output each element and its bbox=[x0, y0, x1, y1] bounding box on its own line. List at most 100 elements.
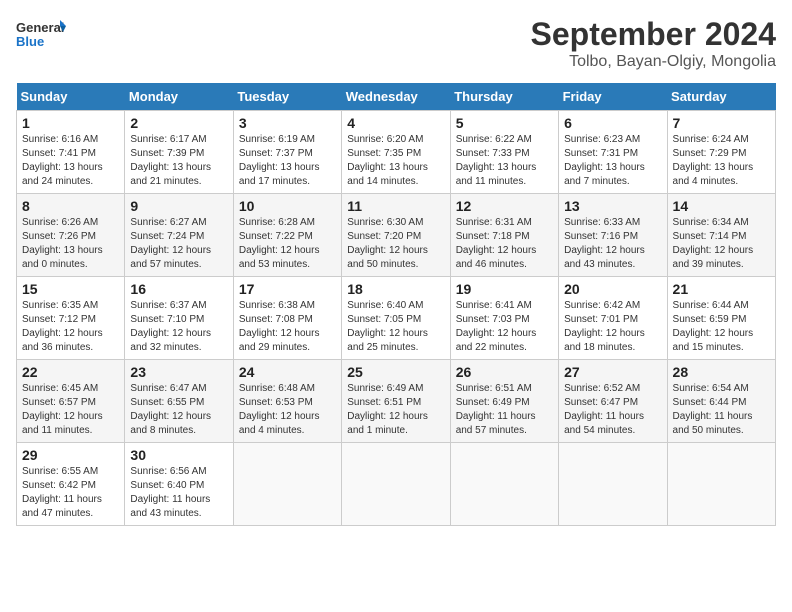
day-number: 30 bbox=[130, 447, 227, 463]
calendar-day-cell: 1 Sunrise: 6:16 AMSunset: 7:41 PMDaylight… bbox=[17, 111, 125, 194]
day-detail: Sunrise: 6:44 AMSunset: 6:59 PMDaylight:… bbox=[673, 300, 754, 353]
day-number: 21 bbox=[673, 281, 770, 297]
page-subtitle: Tolbo, Bayan-Olgiy, Mongolia bbox=[531, 53, 776, 71]
day-detail: Sunrise: 6:27 AMSunset: 7:24 PMDaylight:… bbox=[130, 217, 211, 270]
day-number: 9 bbox=[130, 198, 227, 214]
weekday-header: Wednesday bbox=[342, 83, 450, 111]
calendar-day-cell: 14 Sunrise: 6:34 AMSunset: 7:14 PMDayligh… bbox=[667, 194, 775, 277]
day-detail: Sunrise: 6:45 AMSunset: 6:57 PMDaylight:… bbox=[22, 383, 103, 436]
calendar-day-cell bbox=[667, 443, 775, 526]
logo-bird-icon: General Blue bbox=[16, 16, 66, 56]
day-detail: Sunrise: 6:24 AMSunset: 7:29 PMDaylight:… bbox=[673, 134, 754, 187]
day-detail: Sunrise: 6:31 AMSunset: 7:18 PMDaylight:… bbox=[456, 217, 537, 270]
day-number: 29 bbox=[22, 447, 119, 463]
day-number: 10 bbox=[239, 198, 336, 214]
calendar-day-cell: 29Sunrise: 6:55 AMSunset: 6:42 PMDayligh… bbox=[17, 443, 125, 526]
day-detail: Sunrise: 6:56 AMSunset: 6:40 PMDaylight:… bbox=[130, 466, 210, 519]
day-number: 5 bbox=[456, 115, 553, 131]
day-number: 26 bbox=[456, 364, 553, 380]
day-detail: Sunrise: 6:38 AMSunset: 7:08 PMDaylight:… bbox=[239, 300, 320, 353]
calendar-day-cell: 3 Sunrise: 6:19 AMSunset: 7:37 PMDaylight… bbox=[233, 111, 341, 194]
day-number: 3 bbox=[239, 115, 336, 131]
day-detail: Sunrise: 6:17 AMSunset: 7:39 PMDaylight:… bbox=[130, 134, 211, 187]
calendar-day-cell: 5Sunrise: 6:22 AMSunset: 7:33 PMDaylight… bbox=[450, 111, 558, 194]
day-number: 25 bbox=[347, 364, 444, 380]
day-detail: Sunrise: 6:23 AMSunset: 7:31 PMDaylight:… bbox=[564, 134, 645, 187]
day-detail: Sunrise: 6:34 AMSunset: 7:14 PMDaylight:… bbox=[673, 217, 754, 270]
svg-text:Blue: Blue bbox=[16, 34, 44, 49]
header: General Blue September 2024 Tolbo, Bayan… bbox=[16, 16, 776, 71]
day-detail: Sunrise: 6:47 AMSunset: 6:55 PMDaylight:… bbox=[130, 383, 211, 436]
calendar-week-row: 15 Sunrise: 6:35 AMSunset: 7:12 PMDayligh… bbox=[17, 277, 776, 360]
day-number: 24 bbox=[239, 364, 336, 380]
day-number: 22 bbox=[22, 364, 119, 380]
weekday-header: Monday bbox=[125, 83, 233, 111]
logo: General Blue bbox=[16, 16, 66, 56]
day-detail: Sunrise: 6:37 AMSunset: 7:10 PMDaylight:… bbox=[130, 300, 211, 353]
day-number: 4 bbox=[347, 115, 444, 131]
day-number: 14 bbox=[673, 198, 770, 214]
day-detail: Sunrise: 6:28 AMSunset: 7:22 PMDaylight:… bbox=[239, 217, 320, 270]
calendar-day-cell: 8 Sunrise: 6:26 AMSunset: 7:26 PMDaylight… bbox=[17, 194, 125, 277]
weekday-header-row: SundayMondayTuesdayWednesdayThursdayFrid… bbox=[17, 83, 776, 111]
day-number: 13 bbox=[564, 198, 661, 214]
day-detail: Sunrise: 6:54 AMSunset: 6:44 PMDaylight:… bbox=[673, 383, 753, 436]
day-detail: Sunrise: 6:26 AMSunset: 7:26 PMDaylight:… bbox=[22, 217, 103, 270]
calendar-day-cell: 19Sunrise: 6:41 AMSunset: 7:03 PMDayligh… bbox=[450, 277, 558, 360]
calendar-day-cell: 26 Sunrise: 6:51 AMSunset: 6:49 PMDayligh… bbox=[450, 360, 558, 443]
calendar-day-cell: 21 Sunrise: 6:44 AMSunset: 6:59 PMDayligh… bbox=[667, 277, 775, 360]
svg-text:General: General bbox=[16, 20, 64, 35]
calendar-day-cell bbox=[559, 443, 667, 526]
day-detail: Sunrise: 6:40 AMSunset: 7:05 PMDaylight:… bbox=[347, 300, 428, 353]
calendar-week-row: 8 Sunrise: 6:26 AMSunset: 7:26 PMDaylight… bbox=[17, 194, 776, 277]
day-detail: Sunrise: 6:49 AMSunset: 6:51 PMDaylight:… bbox=[347, 383, 428, 436]
day-detail: Sunrise: 6:51 AMSunset: 6:49 PMDaylight:… bbox=[456, 383, 536, 436]
day-number: 12 bbox=[456, 198, 553, 214]
day-number: 2 bbox=[130, 115, 227, 131]
calendar-day-cell: 24 Sunrise: 6:48 AMSunset: 6:53 PMDayligh… bbox=[233, 360, 341, 443]
calendar-week-row: 22 Sunrise: 6:45 AMSunset: 6:57 PMDayligh… bbox=[17, 360, 776, 443]
day-number: 11 bbox=[347, 198, 444, 214]
day-number: 28 bbox=[673, 364, 770, 380]
day-detail: Sunrise: 6:41 AMSunset: 7:03 PMDaylight:… bbox=[456, 300, 537, 353]
calendar-day-cell: 15 Sunrise: 6:35 AMSunset: 7:12 PMDayligh… bbox=[17, 277, 125, 360]
calendar-day-cell: 17Sunrise: 6:38 AMSunset: 7:08 PMDayligh… bbox=[233, 277, 341, 360]
calendar-day-cell: 13 Sunrise: 6:33 AMSunset: 7:16 PMDayligh… bbox=[559, 194, 667, 277]
day-detail: Sunrise: 6:19 AMSunset: 7:37 PMDaylight:… bbox=[239, 134, 320, 187]
calendar-day-cell: 4 Sunrise: 6:20 AMSunset: 7:35 PMDaylight… bbox=[342, 111, 450, 194]
day-number: 18 bbox=[347, 281, 444, 297]
calendar-day-cell: 30 Sunrise: 6:56 AMSunset: 6:40 PMDayligh… bbox=[125, 443, 233, 526]
calendar-day-cell: 6 Sunrise: 6:23 AMSunset: 7:31 PMDaylight… bbox=[559, 111, 667, 194]
day-detail: Sunrise: 6:20 AMSunset: 7:35 PMDaylight:… bbox=[347, 134, 428, 187]
calendar-day-cell: 27Sunrise: 6:52 AMSunset: 6:47 PMDayligh… bbox=[559, 360, 667, 443]
day-number: 6 bbox=[564, 115, 661, 131]
calendar-day-cell: 18 Sunrise: 6:40 AMSunset: 7:05 PMDayligh… bbox=[342, 277, 450, 360]
day-number: 7 bbox=[673, 115, 770, 131]
calendar-day-cell bbox=[233, 443, 341, 526]
calendar-day-cell: 22 Sunrise: 6:45 AMSunset: 6:57 PMDayligh… bbox=[17, 360, 125, 443]
calendar-day-cell: 23 Sunrise: 6:47 AMSunset: 6:55 PMDayligh… bbox=[125, 360, 233, 443]
day-detail: Sunrise: 6:35 AMSunset: 7:12 PMDaylight:… bbox=[22, 300, 103, 353]
calendar-day-cell: 7 Sunrise: 6:24 AMSunset: 7:29 PMDaylight… bbox=[667, 111, 775, 194]
calendar-day-cell: 9 Sunrise: 6:27 AMSunset: 7:24 PMDaylight… bbox=[125, 194, 233, 277]
day-number: 8 bbox=[22, 198, 119, 214]
day-number: 27 bbox=[564, 364, 661, 380]
calendar-week-row: 1 Sunrise: 6:16 AMSunset: 7:41 PMDaylight… bbox=[17, 111, 776, 194]
day-number: 23 bbox=[130, 364, 227, 380]
day-detail: Sunrise: 6:48 AMSunset: 6:53 PMDaylight:… bbox=[239, 383, 320, 436]
day-detail: Sunrise: 6:33 AMSunset: 7:16 PMDaylight:… bbox=[564, 217, 645, 270]
weekday-header: Saturday bbox=[667, 83, 775, 111]
calendar-day-cell: 28 Sunrise: 6:54 AMSunset: 6:44 PMDayligh… bbox=[667, 360, 775, 443]
calendar-table: SundayMondayTuesdayWednesdayThursdayFrid… bbox=[16, 83, 776, 526]
page-title: September 2024 bbox=[531, 16, 776, 53]
calendar-day-cell: 12 Sunrise: 6:31 AMSunset: 7:18 PMDayligh… bbox=[450, 194, 558, 277]
calendar-day-cell: 2 Sunrise: 6:17 AMSunset: 7:39 PMDaylight… bbox=[125, 111, 233, 194]
calendar-day-cell: 11Sunrise: 6:30 AMSunset: 7:20 PMDayligh… bbox=[342, 194, 450, 277]
day-number: 15 bbox=[22, 281, 119, 297]
day-number: 20 bbox=[564, 281, 661, 297]
day-number: 16 bbox=[130, 281, 227, 297]
calendar-day-cell: 20Sunrise: 6:42 AMSunset: 7:01 PMDayligh… bbox=[559, 277, 667, 360]
day-number: 1 bbox=[22, 115, 119, 131]
calendar-day-cell: 16 Sunrise: 6:37 AMSunset: 7:10 PMDayligh… bbox=[125, 277, 233, 360]
day-detail: Sunrise: 6:16 AMSunset: 7:41 PMDaylight:… bbox=[22, 134, 103, 187]
